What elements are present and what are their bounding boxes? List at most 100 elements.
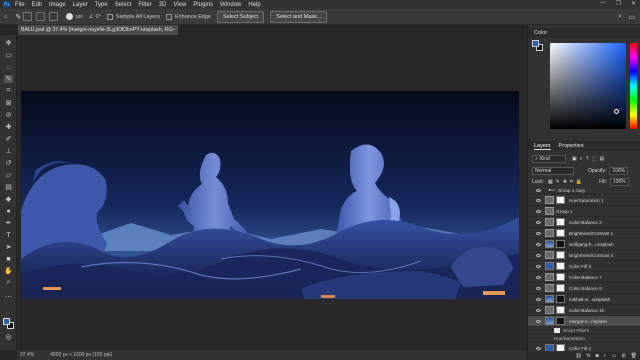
select-subject-button[interactable]: Select Subject	[217, 10, 265, 23]
workspace-icon[interactable]: ▭	[628, 13, 635, 21]
menu-image[interactable]: Image	[49, 2, 66, 8]
quick-mask-icon[interactable]: ◎	[4, 333, 13, 341]
document-tab[interactable]: BALU.psd @ 37.4% (margot-noyelle-3Lg3OlO…	[18, 25, 178, 35]
foreground-color-swatch[interactable]	[3, 318, 10, 325]
marquee-tool-icon[interactable]: ▭	[4, 51, 13, 59]
layer-filter-icons[interactable]: ▣◐T⬚▤	[572, 156, 607, 162]
menu-edit[interactable]: Edit	[32, 2, 42, 8]
hand-tool-icon[interactable]: ✋	[4, 267, 13, 275]
angle-icon[interactable]: ∠	[89, 14, 94, 20]
menu-view[interactable]: View	[173, 2, 186, 8]
new-layer-icon[interactable]: ⊞	[621, 353, 625, 359]
clone-stamp-tool-icon[interactable]: ⊥	[4, 147, 13, 155]
visibility-eye-icon[interactable]	[536, 209, 541, 213]
layer-row[interactable]: mikhail-vi...unsplash	[528, 294, 640, 305]
smart-filter-row[interactable]: Hue/Saturation	[528, 335, 640, 343]
crop-tool-icon[interactable]: ⌗	[4, 87, 13, 95]
add-selection-icon[interactable]	[36, 12, 46, 21]
lasso-tool-icon[interactable]: ◌	[4, 63, 13, 71]
layer-row[interactable]: ▸▭ Group 1 copy	[528, 187, 640, 194]
visibility-eye-icon[interactable]	[536, 198, 541, 202]
layer-row-selected[interactable]: margot-n...nsplash	[528, 316, 640, 327]
history-brush-tool-icon[interactable]: ↺	[4, 159, 13, 167]
maximize-icon[interactable]: ❐	[616, 0, 621, 7]
select-and-mask-button[interactable]: Select and Mask...	[270, 10, 328, 23]
quick-selection-tool-icon[interactable]: ✎	[4, 75, 13, 83]
enhance-edge-checkbox[interactable]	[165, 13, 172, 20]
visibility-eye-icon[interactable]	[536, 242, 541, 246]
menu-filter[interactable]: Filter	[138, 2, 151, 8]
blur-tool-icon[interactable]: ◆	[4, 195, 13, 203]
opacity-input[interactable]: 100%	[609, 166, 629, 175]
color-picker-field[interactable]	[550, 43, 626, 129]
angle-value[interactable]: 0°	[96, 14, 101, 20]
path-selection-tool-icon[interactable]: ➤	[4, 243, 13, 251]
minimize-icon[interactable]: —	[600, 0, 606, 7]
trash-icon[interactable]: 🗑	[631, 353, 637, 359]
document-canvas[interactable]	[21, 91, 519, 299]
tab-properties[interactable]: Properties	[559, 143, 584, 149]
layer-row[interactable]: Color Balance 8	[528, 283, 640, 294]
layer-kind-select[interactable]: ⌕ Kind	[532, 154, 566, 163]
visibility-eye-icon[interactable]	[536, 275, 541, 279]
visibility-eye-icon[interactable]	[536, 286, 541, 290]
layer-row[interactable]: Brightness/Contrast 4	[528, 250, 640, 261]
type-tool-icon[interactable]: T	[4, 231, 13, 239]
hue-slider[interactable]	[630, 43, 637, 129]
new-selection-icon[interactable]	[23, 12, 33, 21]
layer-row[interactable]: wolfgang-h...unsplash	[528, 239, 640, 250]
lock-icons[interactable]: ▦✎✥⌗🔒	[548, 179, 585, 185]
visibility-eye-icon[interactable]	[536, 253, 541, 257]
close-icon[interactable]: ✕	[631, 0, 636, 7]
adjustment-icon[interactable]: ◐	[604, 353, 607, 359]
visibility-eye-icon[interactable]	[536, 220, 541, 224]
layer-row[interactable]: Color Balance 2	[528, 217, 640, 228]
eyedropper-tool-icon[interactable]: ⊘	[4, 111, 13, 119]
mask-icon[interactable]: ◙	[596, 353, 599, 359]
brush-size-icon[interactable]	[66, 13, 74, 20]
quick-selection-tool-icon[interactable]: ✎	[15, 13, 21, 21]
menu-file[interactable]: File	[15, 2, 25, 8]
menu-3d[interactable]: 3D	[159, 2, 167, 8]
visibility-eye-icon[interactable]	[536, 346, 541, 350]
brush-tool-icon[interactable]: ✐	[4, 135, 13, 143]
shape-tool-icon[interactable]: ■	[4, 255, 13, 263]
link-icon[interactable]: ⛓	[575, 353, 581, 359]
zoom-level[interactable]: 37.4%	[20, 352, 34, 358]
menu-layer[interactable]: Layer	[73, 2, 88, 8]
healing-brush-tool-icon[interactable]: ✚	[4, 123, 13, 131]
fx-icon[interactable]: fx	[587, 353, 591, 359]
visibility-eye-icon[interactable]	[536, 231, 541, 235]
more-tools-icon[interactable]: ⋯	[4, 293, 13, 301]
new-group-icon[interactable]: ▭	[612, 353, 617, 359]
visibility-eye-icon[interactable]	[536, 297, 541, 301]
blend-mode-select[interactable]: Normal	[532, 166, 574, 175]
sample-all-layers-checkbox[interactable]	[106, 13, 113, 20]
layer-row[interactable]: Color Balance 7	[528, 272, 640, 283]
layer-row[interactable]: Hue/Saturation 1	[528, 195, 640, 206]
foreground-color-chip[interactable]	[532, 40, 539, 47]
layer-row[interactable]: Color Balance 10	[528, 305, 640, 316]
menu-plugins[interactable]: Plugins	[193, 2, 213, 8]
layer-row[interactable]: Group 1	[528, 206, 640, 217]
layer-row[interactable]: Brightness/Contrast 1	[528, 228, 640, 239]
visibility-eye-icon[interactable]	[536, 319, 541, 323]
fill-input[interactable]: 100%	[609, 177, 629, 186]
subtract-selection-icon[interactable]	[49, 12, 59, 21]
menu-help[interactable]: Help	[248, 2, 260, 8]
visibility-eye-icon[interactable]	[536, 264, 541, 268]
layer-row[interactable]: Color Fill 3	[528, 261, 640, 272]
close-document-icon[interactable]: ×	[172, 27, 175, 33]
zoom-tool-icon[interactable]: ⌕	[4, 279, 13, 287]
eraser-tool-icon[interactable]: ▱	[4, 171, 13, 179]
tab-layers[interactable]: Layers	[534, 143, 551, 150]
visibility-eye-icon[interactable]	[536, 188, 541, 192]
visibility-eye-icon[interactable]	[536, 308, 541, 312]
smart-filters-row[interactable]: Smart Filters	[528, 327, 640, 335]
picker-cursor-icon[interactable]	[614, 109, 619, 114]
home-icon[interactable]: ⌂	[4, 14, 7, 20]
gradient-tool-icon[interactable]: ▤	[4, 183, 13, 191]
dodge-tool-icon[interactable]: ●	[4, 207, 13, 215]
photoshop-logo-icon[interactable]: Ps	[3, 1, 11, 8]
tab-color[interactable]: Color	[534, 30, 547, 36]
